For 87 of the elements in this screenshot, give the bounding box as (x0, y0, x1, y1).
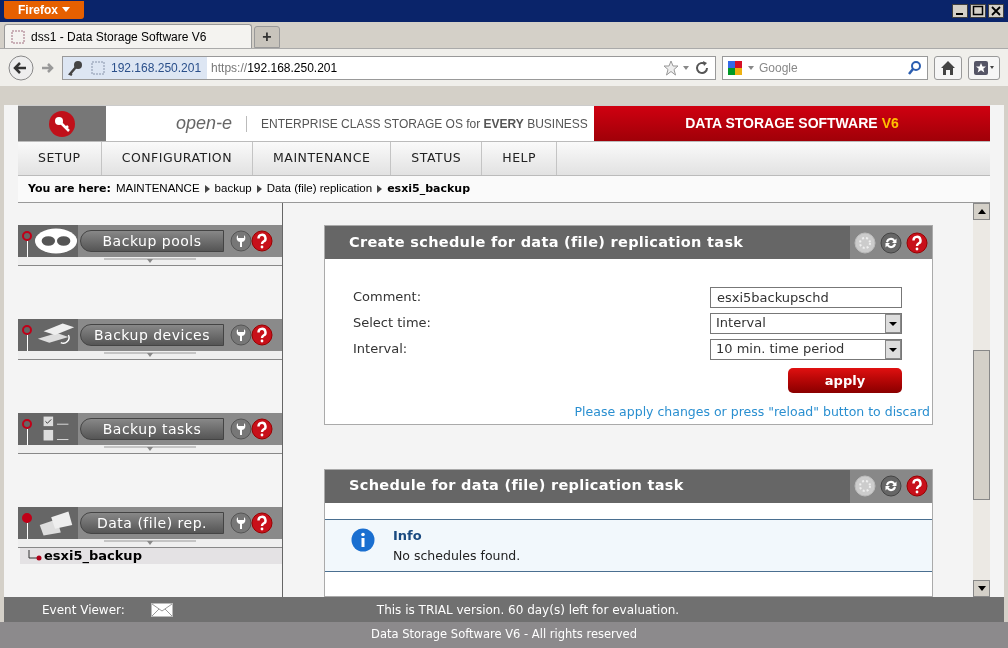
field-label: Interval: (353, 340, 408, 359)
search-field[interactable]: Google (722, 55, 928, 80)
search-input[interactable]: Google (759, 58, 903, 77)
breadcrumb-label: You are here: (28, 180, 111, 197)
browser-tab[interactable]: dss1 - Data Storage Software V6 (4, 24, 252, 48)
collapse-bar[interactable] (18, 351, 282, 360)
help-icon[interactable] (906, 475, 928, 498)
reload-icon[interactable] (880, 475, 902, 498)
tree-item[interactable]: esxi5_backup (20, 548, 282, 564)
info-message: No schedules found. (393, 547, 521, 566)
help-icon[interactable] (251, 418, 273, 440)
home-button[interactable] (934, 55, 962, 80)
google-icon[interactable] (727, 59, 743, 76)
wrench-icon[interactable] (230, 512, 252, 534)
wrench-icon[interactable] (230, 230, 252, 252)
search-icon[interactable] (907, 59, 923, 76)
comment-field[interactable]: esxi5backupschd (710, 286, 902, 308)
key-logo-icon (48, 109, 76, 138)
loading-icon (854, 475, 876, 498)
home-icon (940, 59, 956, 76)
menu-tab[interactable]: SETUP (18, 142, 102, 175)
url-text[interactable]: https://192.168.250.201 (207, 58, 663, 77)
scroll-up-icon[interactable] (977, 209, 986, 214)
section-button[interactable]: Backup tasks (80, 418, 224, 440)
scrollbar[interactable] (973, 203, 990, 597)
breadcrumb-link[interactable]: MAINTENANCE (115, 180, 200, 198)
close-icon[interactable] (988, 4, 1004, 18)
wrench-icon[interactable] (230, 418, 252, 440)
section-button[interactable]: Backup devices (80, 324, 224, 346)
field-label: Comment: (353, 288, 422, 307)
back-icon[interactable] (8, 54, 34, 81)
page-icon (91, 60, 105, 75)
discard-hint: Please apply changes or press "reload" button to discard (574, 403, 930, 421)
wrench-icon[interactable] (230, 324, 252, 346)
copyright-text: Data Storage Software V6 - All rights reserved (371, 626, 637, 644)
mail-icon[interactable] (150, 602, 173, 617)
menu-tab[interactable]: CONFIGURATION (101, 142, 254, 175)
site-identity[interactable]: 192.168.250.201 (63, 56, 208, 79)
star-icon[interactable] (663, 59, 679, 76)
minimize-icon[interactable] (952, 4, 968, 18)
help-icon[interactable] (906, 231, 928, 254)
caret-icon[interactable] (747, 63, 755, 72)
bookmarks-button[interactable] (968, 55, 1000, 80)
maximize-icon[interactable] (970, 4, 986, 18)
breadcrumb-link[interactable]: backup (214, 180, 252, 198)
tagline: ENTERPRISE CLASS STORAGE OS for EVERY BUSINESS (261, 115, 588, 133)
collapse-bar[interactable] (18, 539, 282, 548)
bookmark-star-icon (973, 59, 995, 76)
event-viewer-label: Event Viewer: (42, 601, 125, 619)
page-icon (11, 29, 25, 44)
product-version: V6 (881, 114, 899, 133)
menu-tab[interactable]: MAINTENANCE (253, 142, 392, 175)
collapse-bar[interactable] (18, 257, 282, 266)
collapse-bar[interactable] (18, 445, 282, 454)
section-button[interactable]: Data (file) rep. (80, 512, 224, 534)
caret-icon (62, 7, 70, 12)
tree-branch-icon (28, 550, 42, 562)
breadcrumb-current: esxi5_backup (387, 180, 471, 197)
section-button[interactable]: Backup pools (80, 230, 224, 252)
scroll-down-icon[interactable] (977, 586, 986, 591)
breadcrumb-link[interactable]: Data (file) replication (266, 180, 373, 198)
breadcrumb-arrow-icon (204, 185, 210, 193)
disks-icon (34, 227, 78, 255)
info-title: Info (393, 526, 423, 545)
apply-button[interactable]: apply (788, 368, 902, 393)
new-tab-button[interactable]: + (254, 26, 280, 48)
menu-tab[interactable]: HELP (482, 142, 558, 175)
help-icon[interactable] (251, 230, 273, 252)
key-icon (67, 58, 85, 77)
reload-icon[interactable] (880, 231, 902, 254)
panel-title: Create schedule for data (file) replication task (349, 232, 744, 252)
select-field[interactable]: Interval (710, 312, 902, 334)
loading-icon (854, 231, 876, 254)
brand-logo: open-e (176, 112, 233, 135)
tab-title: dss1 - Data Storage Software V6 (31, 28, 207, 46)
field-label: Select time: (353, 314, 431, 333)
reload-icon[interactable] (693, 58, 711, 77)
info-icon (351, 527, 375, 552)
menu-tab[interactable]: STATUS (391, 142, 483, 175)
trial-notice: This is TRIAL version. 60 day(s) left for evaluation. (376, 601, 680, 619)
breadcrumb-arrow-icon (256, 185, 262, 193)
help-icon[interactable] (251, 512, 273, 534)
breadcrumb-arrow-icon (377, 185, 383, 193)
panel-title: Schedule for data (file) replication task (349, 476, 684, 496)
select-field[interactable]: 10 min. time period (710, 338, 902, 360)
product-name: DATA STORAGE SOFTWARE (685, 114, 878, 133)
help-icon[interactable] (251, 324, 273, 346)
